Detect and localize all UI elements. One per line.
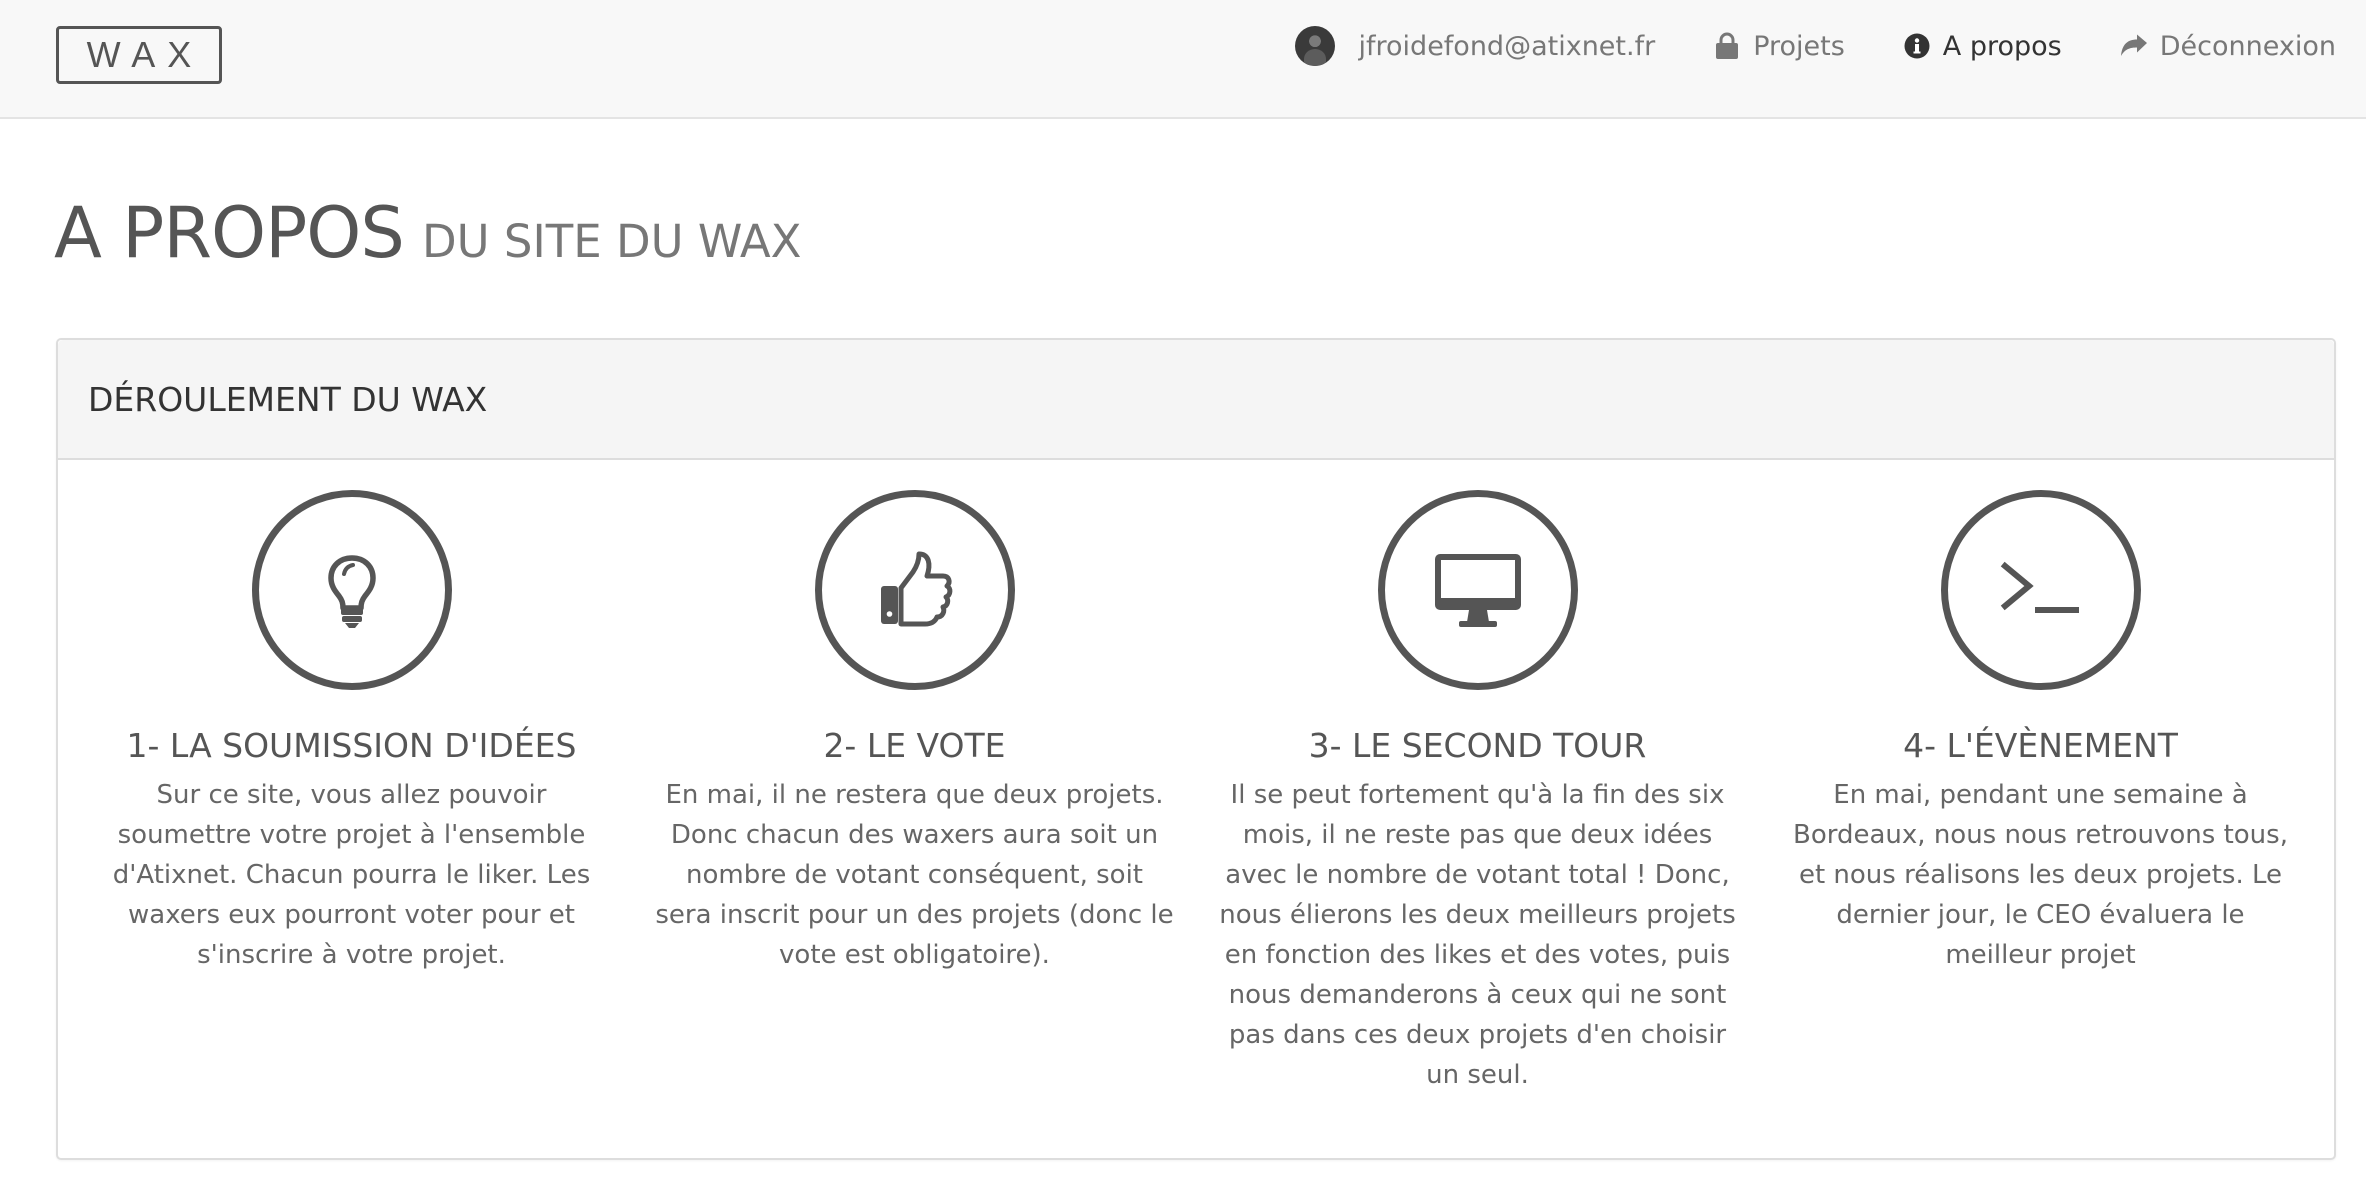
- nav-item-label: Déconnexion: [2159, 30, 2336, 62]
- step-description: Sur ce site, vous allez pouvoir soumettr…: [112, 780, 591, 970]
- panel-heading-title: DÉROULEMENT DU WAX: [88, 379, 488, 419]
- avatar: [1294, 26, 1335, 66]
- nav-item-deconnexion[interactable]: Déconnexion: [2120, 31, 2336, 62]
- lightbulb-icon: [327, 555, 376, 628]
- steps-row: 1- LA SOUMISSION D'IDÉES Sur ce site, vo…: [58, 460, 2334, 1095]
- step-title: 4- L'ÉVÈNEMENT: [1903, 726, 2178, 765]
- step-description: Il se peut fortement qu'à la fin des six…: [1219, 780, 1736, 1090]
- step-icon-circle: [1377, 490, 1578, 690]
- step-submission: 1- LA SOUMISSION D'IDÉES Sur ce site, vo…: [70, 460, 633, 1095]
- step-title: 2- LE VOTE: [823, 726, 1006, 765]
- nav-item-label: A propos: [1942, 30, 2062, 62]
- step-second-round: 3- LE SECOND TOUR Il se peut fortement q…: [1196, 460, 1759, 1095]
- user-menu[interactable]: jfroidefond@atixnet.fr: [1294, 26, 1656, 66]
- step-description: En mai, pendant une semaine à Bordeaux, …: [1793, 780, 2288, 970]
- monitor-icon: [1434, 554, 1521, 627]
- user-email: jfroidefond@atixnet.fr: [1358, 30, 1656, 62]
- step-title: 1- LA SOUMISSION D'IDÉES: [126, 726, 577, 765]
- step-title: 3- LE SECOND TOUR: [1308, 726, 1647, 765]
- step-icon-circle: [1940, 490, 2141, 690]
- page-subtitle: DU SITE DU WAX: [422, 215, 802, 268]
- navbar: WAX jfroidefond@atixnet.fr Projets A pro…: [0, 0, 2366, 119]
- navbar-right: jfroidefond@atixnet.fr Projets A propos …: [1237, 0, 2336, 92]
- process-panel: DÉROULEMENT DU WAX 1- LA SOUMISSION D'ID…: [56, 338, 2336, 1160]
- brand-logo[interactable]: WAX: [56, 26, 222, 84]
- info-icon: [1903, 31, 1931, 61]
- step-event: 4- L'ÉVÈNEMENT En mai, pendant une semai…: [1759, 460, 2322, 1095]
- step-description: En mai, il ne restera que deux projets. …: [655, 780, 1174, 970]
- lock-icon: [1713, 31, 1741, 61]
- nav-item-projets[interactable]: Projets: [1713, 31, 1845, 62]
- step-vote: 2- LE VOTE En mai, il ne restera que deu…: [633, 460, 1196, 1095]
- step-icon-circle: [814, 490, 1015, 690]
- step-icon-circle: [251, 490, 452, 690]
- page-title-main: A PROPOS: [54, 192, 405, 274]
- terminal-icon: [2000, 561, 2079, 613]
- nav-item-a-propos[interactable]: A propos: [1903, 31, 2062, 62]
- share-arrow-icon: [2120, 31, 2148, 61]
- nav-item-label: Projets: [1753, 30, 1845, 62]
- panel-heading: DÉROULEMENT DU WAX: [58, 340, 2334, 460]
- thumbs-up-icon: [880, 551, 952, 627]
- page-title: A PROPOS DU SITE DU WAX: [54, 192, 802, 274]
